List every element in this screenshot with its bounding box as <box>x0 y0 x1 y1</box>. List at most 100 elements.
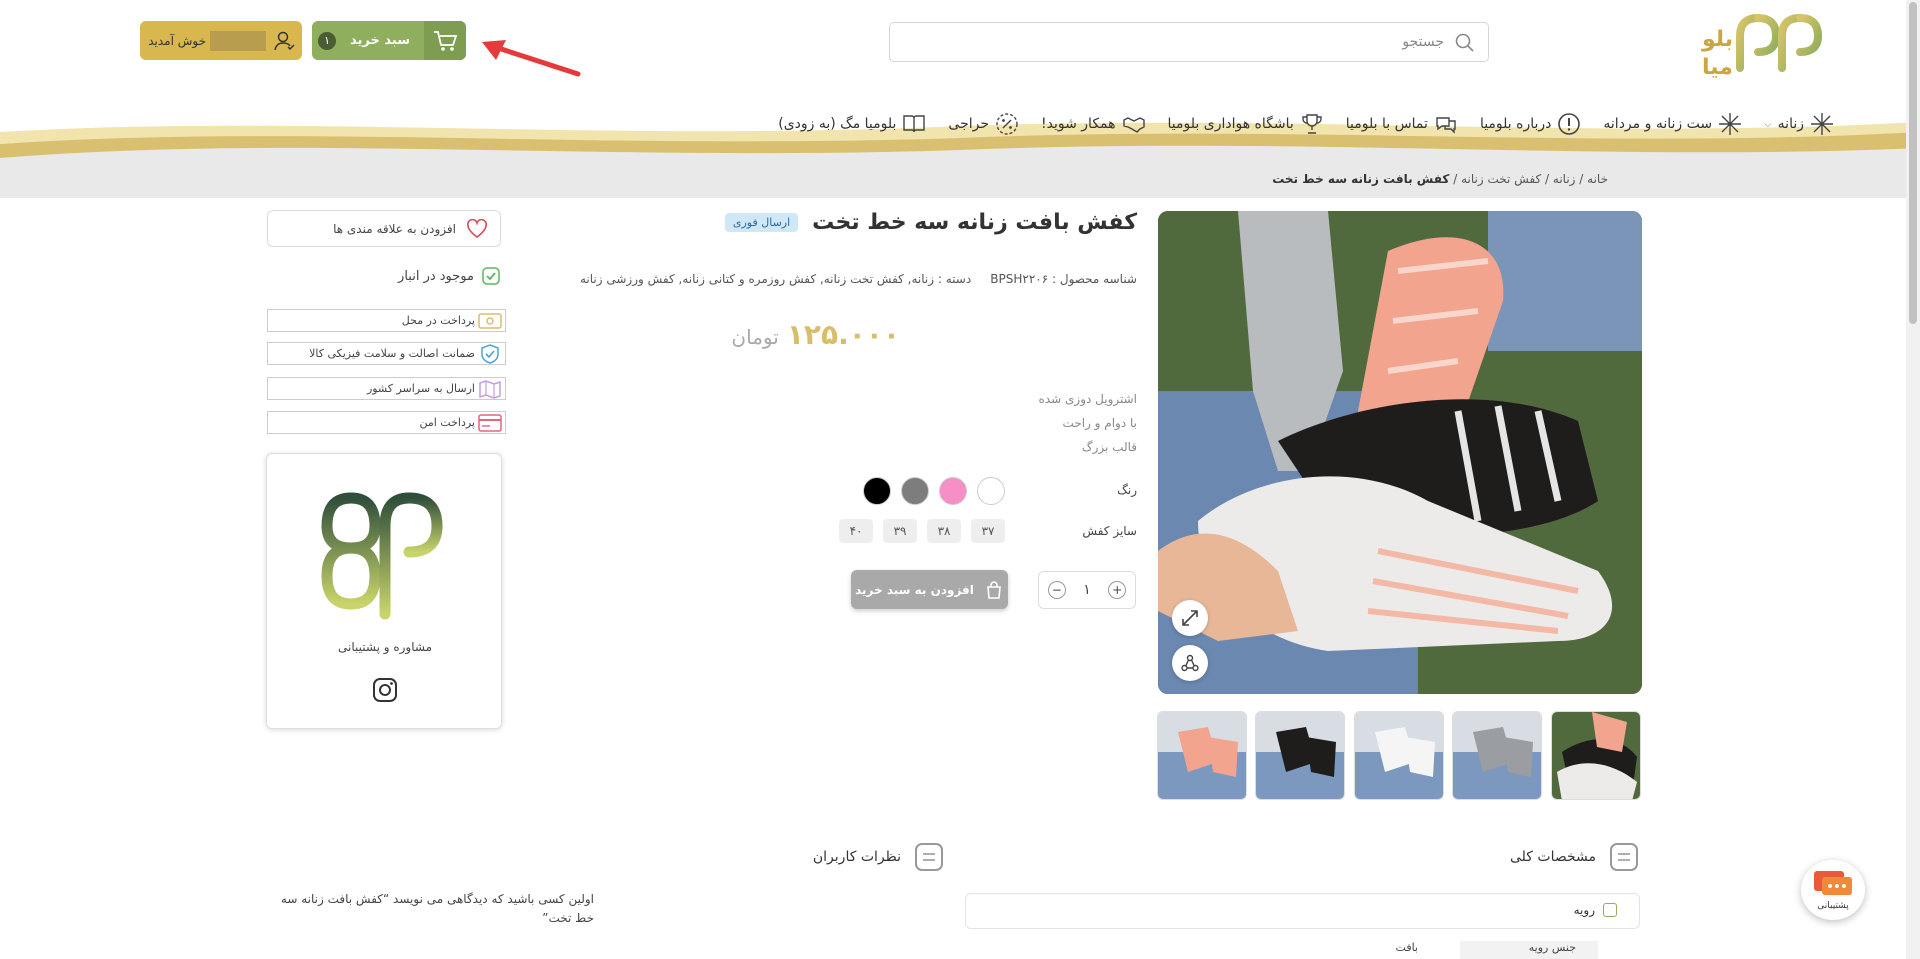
nav-label: درباره بلومیا <box>1479 116 1552 132</box>
nav-item-contact[interactable]: تماس با بلومیا <box>1346 112 1458 136</box>
decrease-button[interactable]: − <box>1047 581 1066 599</box>
page-scrollbar[interactable] <box>1906 0 1920 959</box>
chat-label: پشتیبانی <box>1817 901 1849 911</box>
thumbnail[interactable] <box>1354 711 1444 800</box>
quantity-stepper: + ۱ − <box>1038 571 1136 609</box>
tab-comments[interactable]: نظرات کاربران <box>813 843 943 871</box>
heart-icon <box>467 218 487 238</box>
color-swatch-gray[interactable] <box>901 477 929 505</box>
size-option[interactable]: ۳۹ <box>883 519 917 543</box>
search-input[interactable] <box>924 30 1444 54</box>
nav-item-about[interactable]: درباره بلومیا <box>1480 112 1581 136</box>
user-account-button[interactable]: خوش آمدید <box>140 21 302 60</box>
logo-mark-icon: بلو میا <box>1701 14 1823 80</box>
list-icon <box>1610 843 1638 871</box>
credit-card-icon <box>475 413 505 432</box>
wishlist-label: افزودن به علاقه مندی ها <box>333 221 456 236</box>
feature-list: اشترویل دوزی شده با دوام و راحت قالب بزر… <box>1039 387 1137 459</box>
wishlist-button[interactable]: افزودن به علاقه مندی ها <box>267 210 501 247</box>
nav-item-partner[interactable]: همکار شوید! <box>1041 112 1146 136</box>
nav-item-sale[interactable]: حراجی <box>948 112 1019 136</box>
add-to-cart-label: افزودن به سبد خرید <box>855 582 974 597</box>
cart-label: سبد خرید <box>350 33 410 48</box>
nav-label: باشگاه هواداری بلومیا <box>1167 116 1294 132</box>
product-main-image[interactable] <box>1158 211 1642 694</box>
shoes-photo <box>1158 211 1642 694</box>
price-currency: تومان <box>731 325 779 349</box>
share-button[interactable] <box>1172 645 1208 681</box>
red-arrow-annotation <box>482 40 581 77</box>
cash-icon <box>475 312 505 329</box>
breadcrumb: خانه / زنانه / کفش تخت زنانه / کفش بافت … <box>1272 172 1608 186</box>
search-icon[interactable] <box>1454 32 1476 54</box>
category-label: دسته : <box>937 272 972 286</box>
spec-value: بافت <box>1395 941 1418 954</box>
guarantee-shipping: ارسال به سراسر کشور <box>267 377 506 400</box>
color-swatch-black[interactable] <box>863 477 891 505</box>
product-meta: شناسه محصول : BPSH۲۲۰۶ دسته : زنانه, کفش… <box>580 272 1137 286</box>
sparkle-icon <box>1811 113 1833 135</box>
support-chat-button[interactable]: پشتیبانی <box>1801 860 1865 920</box>
thumbnail[interactable] <box>1551 711 1641 800</box>
fullscreen-button[interactable] <box>1172 600 1208 636</box>
guarantee-label: پرداخت امن <box>419 416 475 429</box>
color-swatch-pink[interactable] <box>939 477 967 505</box>
thumbnail[interactable] <box>1157 711 1247 800</box>
breadcrumb-flat-shoes[interactable]: کفش تخت زنانه <box>1461 172 1541 186</box>
color-label: رنگ <box>1117 483 1137 497</box>
quantity-value[interactable]: ۱ <box>1083 582 1091 598</box>
product-price: ۱۲۵.۰۰۰ تومان <box>731 318 900 351</box>
breadcrumb-current: کفش بافت زنانه سه خط تخت <box>1272 172 1450 186</box>
guarantee-label: ارسال به سراسر کشور <box>366 382 475 395</box>
support-card: مشاوره و پشتیبانی <box>266 453 502 729</box>
spec-key: جنس رویه <box>1460 941 1598 959</box>
trophy-icon <box>1302 114 1322 134</box>
size-option[interactable]: ۴۰ <box>839 519 873 543</box>
color-swatch-white[interactable] <box>977 477 1005 505</box>
tab-specs-label: مشخصات کلی <box>1509 849 1596 865</box>
nav-item-set[interactable]: ست زنانه و مردانه <box>1603 112 1742 136</box>
share-icon <box>1181 654 1199 672</box>
tab-specs[interactable]: مشخصات کلی <box>1510 843 1638 871</box>
size-label: سایز کفش <box>1082 524 1137 538</box>
nav-label: زنانه <box>1777 116 1804 132</box>
size-option[interactable]: ۳۷ <box>971 519 1005 543</box>
nav-item-fan-club[interactable]: باشگاه هواداری بلومیا <box>1168 112 1324 136</box>
nav-item-mag[interactable]: بلومیا مگ (به زودی) <box>778 112 926 136</box>
username-redacted <box>210 30 266 51</box>
map-icon <box>475 379 505 399</box>
spec-group-upper[interactable]: رویه <box>965 893 1640 929</box>
chat-bubbles-icon <box>1436 117 1456 134</box>
breadcrumb-home[interactable]: خانه <box>1587 172 1608 186</box>
color-swatches <box>863 477 1005 505</box>
shield-check-icon <box>475 343 505 364</box>
handshake-icon <box>1122 117 1145 133</box>
nav-item-women[interactable]: زنانه ⌵ <box>1764 112 1834 136</box>
instagram-icon[interactable] <box>371 676 399 704</box>
spec-group-text: رویه <box>1573 903 1595 917</box>
guarantee-authenticity: ضمانت اصالت و سلامت فیزیکی کالا <box>267 342 506 365</box>
price-value: ۱۲۵.۰۰۰ <box>786 318 900 351</box>
thumbnail[interactable] <box>1452 711 1542 800</box>
sku-value: BPSH۲۲۰۶ <box>990 272 1049 286</box>
exclamation-icon <box>1558 113 1581 135</box>
nav-label: ست زنانه و مردانه <box>1603 116 1713 132</box>
percent-badge-icon <box>996 113 1018 135</box>
add-to-cart-button[interactable]: افزودن به سبد خرید <box>851 570 1008 609</box>
search-box[interactable] <box>889 22 1489 62</box>
chat-icon <box>1814 871 1852 895</box>
scrollbar-thumb[interactable] <box>1909 2 1917 324</box>
stock-label: موجود در انبار <box>398 268 474 284</box>
checkbox-icon <box>1603 903 1617 917</box>
sparkle-icon <box>1719 113 1742 135</box>
thumbnail[interactable] <box>1255 711 1345 800</box>
cart-button[interactable]: سبد خرید ۱ <box>312 21 466 60</box>
svg-text:میا: میا <box>1702 55 1733 80</box>
user-icon <box>266 30 302 52</box>
size-options: ۳۷ ۳۸ ۳۹ ۴۰ <box>839 519 1005 543</box>
increase-button[interactable]: + <box>1108 581 1127 599</box>
size-option[interactable]: ۳۸ <box>927 519 961 543</box>
breadcrumb-women[interactable]: زنانه <box>1553 172 1576 186</box>
site-logo[interactable]: بلو میا <box>1700 8 1823 80</box>
category-links[interactable]: زنانه, کفش تخت زنانه, کفش روزمره و کتانی… <box>580 272 934 286</box>
